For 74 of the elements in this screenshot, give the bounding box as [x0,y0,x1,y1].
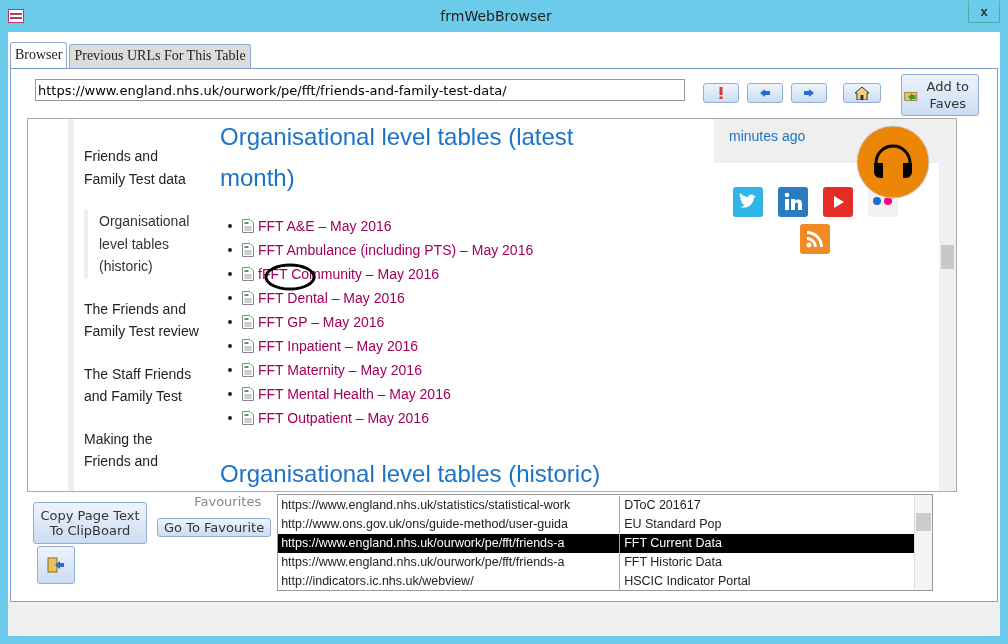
spreadsheet-icon [242,363,254,377]
url-cell: https://www.england.nhs.uk/ourwork/pe/fft/friends-a [278,534,621,553]
spreadsheet-icon [242,387,254,401]
bullet-icon [228,248,232,252]
url-cell: https://www.england.nhs.uk/statistics/statistical-work [278,496,621,515]
add-to-faves-button[interactable]: Add to Faves [901,74,979,116]
exclamation-icon [718,87,724,99]
headphones-icon [856,125,930,199]
list-row[interactable]: http://indicators.ic.nhs.uk/webview/ HSCIC Indicator Portal [278,572,915,591]
go-to-favourite-button[interactable]: Go To Favourite [157,518,272,537]
linkedin-icon [777,187,808,217]
name-cell-text: HSCIC Indicator Portal [623,573,751,590]
name-cell-text: FFT Historic Data [623,554,722,571]
name-cell-text: FFT Current Data [623,535,722,552]
document-link[interactable]: FFT Inpatient – May 2016 [258,338,419,354]
document-link[interactable]: FFT GP – May 2016 [258,314,385,330]
favourites-label: Favourites [194,494,262,509]
spreadsheet-icon [242,411,254,425]
nav-link[interactable]: The Friends and Family Test review [84,297,202,343]
name-cell-text: EU Standard Pop [623,516,722,533]
bullet-icon [228,224,232,228]
list-row[interactable]: https://www.england.nhs.uk/ourwork/pe/fft/friends-a FFT Current Data [278,534,915,553]
home-icon [855,86,869,100]
document-link[interactable]: FFT Mental Health – May 2016 [258,386,451,402]
list-row[interactable]: https://www.england.nhs.uk/statistics/statistical-work DToC 201617 [278,496,915,515]
scrollbar[interactable] [939,119,956,491]
document-link[interactable]: FFT Outpatient – May 2016 [258,410,429,426]
spreadsheet-icon [242,243,254,257]
bullet-icon [228,392,232,396]
copy-page-text-button[interactable]: Copy Page Text To ClipBoard [33,502,147,544]
close-button[interactable]: x [968,1,1000,23]
section-heading: Organisational level tables (latest month) [220,122,575,193]
bullet-icon [228,272,232,276]
scrollbar[interactable] [914,495,933,590]
url-cell: http://indicators.ic.nhs.uk/webview/ [278,572,621,591]
form-icon [8,9,24,23]
name-cell-text: DToC 201617 [623,497,701,514]
spreadsheet-icon [242,219,254,233]
document-link[interactable]: FFT Maternity – May 2016 [258,362,422,378]
nav-link[interactable]: Organisational level tables (historic) [84,210,202,278]
tab[interactable]: Browser [10,42,68,68]
spreadsheet-icon [242,267,254,281]
bullet-icon [228,296,232,300]
home-button[interactable] [843,83,881,103]
right-arrow-icon [804,89,814,97]
window-title: frmWebBrowser [439,8,553,24]
tab[interactable]: Previous URLs For This Table [69,44,251,68]
nav-link[interactable]: Friends and Family Test data [84,145,202,190]
forward-button[interactable] [791,83,827,103]
bullet-icon [228,416,232,420]
document-link[interactable]: FFT A&E – May 2016 [258,218,392,234]
document-link[interactable]: FFT Dental – May 2016 [258,290,405,306]
stop-button[interactable] [703,83,739,103]
section-heading: Organisational level tables (historic) [220,459,602,489]
door-arrow-icon [47,557,65,573]
spreadsheet-icon [242,339,254,353]
bullet-icon [228,320,232,324]
address-field[interactable]: https://www.england.nhs.uk/ourwork/pe/fft/friends-and-family-test-data/ [35,79,685,101]
document-link[interactable]: FFT Ambulance (including PTS) – May 2016 [258,242,534,258]
rss-icon [800,224,830,254]
url-cell: https://www.england.nhs.uk/ourwork/pe/fft/friends-a [278,553,621,572]
exit-button[interactable] [37,546,75,584]
bullet-icon [228,368,232,372]
nav-link[interactable]: Making the Friends and [84,427,202,473]
spreadsheet-icon [242,291,254,305]
bird-icon [732,187,763,217]
spreadsheet-icon [242,315,254,329]
bullet-icon [228,344,232,348]
updated-text: minutes ago [729,128,806,144]
list-row[interactable]: https://www.england.nhs.uk/ourwork/pe/fft/friends-a FFT Historic Data [278,553,915,572]
nav-link[interactable]: The Staff Friends and Family Test [84,362,202,408]
left-arrow-icon [760,89,770,97]
video-play-icon [822,187,853,217]
back-button[interactable] [747,83,783,103]
